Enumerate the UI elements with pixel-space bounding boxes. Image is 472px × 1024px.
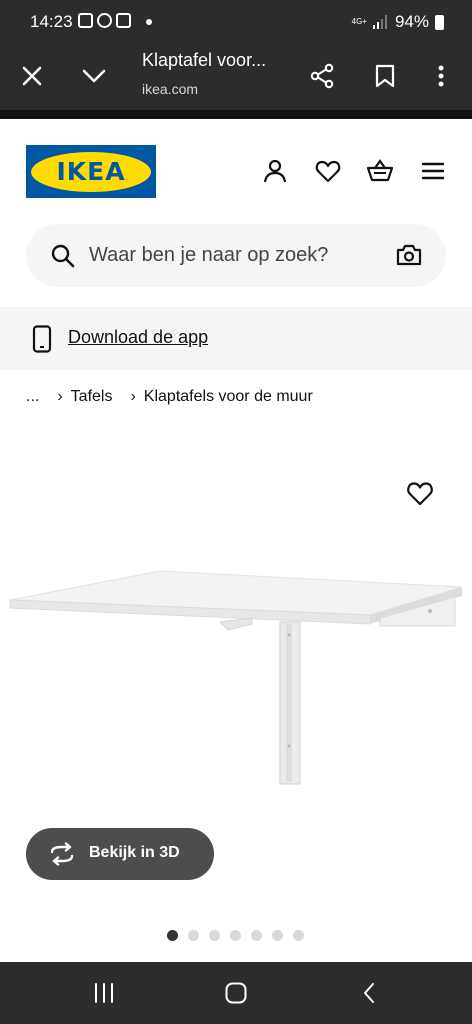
smartphone-icon (32, 325, 52, 353)
status-bar: 14:23 4G+ 94% (0, 0, 472, 44)
browser-toolbar: Klaptafel voor... ikea.com (0, 44, 472, 110)
instagram-notification-icon (116, 13, 131, 28)
system-navigation-bar (0, 962, 472, 1024)
add-to-favorites-icon[interactable] (406, 480, 434, 506)
chevron-right-icon: › (130, 388, 136, 405)
home-button[interactable] (221, 980, 251, 1006)
status-time: 14:23 (30, 12, 73, 31)
breadcrumb-item-current[interactable]: Klaptafels voor de muur (144, 388, 313, 406)
network-type-badge: 4G+ (351, 17, 367, 26)
menu-button[interactable] (419, 157, 447, 185)
view-in-3d-button[interactable]: Bekijk in 3D (26, 828, 214, 880)
page-title: Klaptafel voor... (142, 50, 267, 70)
camera-search-icon[interactable] (396, 243, 422, 267)
gallery-dot-1[interactable] (167, 930, 178, 941)
download-app-link[interactable]: Download de app (68, 327, 208, 348)
back-button[interactable] (354, 980, 384, 1006)
status-right: 4G+ 94% (352, 12, 444, 32)
more-options-button[interactable] (425, 60, 457, 92)
close-tab-button[interactable] (16, 60, 48, 92)
logo-text: IKEA (56, 157, 126, 186)
notification-icons (78, 13, 131, 28)
close-icon (22, 66, 42, 86)
app-notification-icon (97, 13, 112, 28)
product-image (9, 570, 463, 785)
heart-icon (315, 160, 341, 183)
gallery-dot-3[interactable] (209, 930, 220, 941)
gallery-dot-6[interactable] (272, 930, 283, 941)
gallery-dot-5[interactable] (251, 930, 262, 941)
share-button[interactable] (306, 60, 338, 92)
back-icon (364, 983, 374, 1003)
breadcrumb-item-tafels[interactable]: Tafels (71, 388, 113, 406)
site-header: IKEA (0, 119, 472, 219)
search-icon (51, 244, 75, 268)
favorites-button[interactable] (314, 157, 342, 185)
hamburger-menu-icon (421, 162, 445, 180)
cart-button[interactable] (366, 157, 394, 185)
recent-apps-button[interactable] (89, 980, 119, 1006)
bookmark-icon (375, 64, 395, 88)
view-in-3d-label: Bekijk in 3D (89, 844, 180, 861)
recent-apps-icon (95, 983, 113, 1003)
gallery-dot-2[interactable] (188, 930, 199, 941)
minimize-button[interactable] (78, 60, 110, 92)
ikea-logo[interactable]: IKEA (26, 145, 156, 198)
breadcrumb-ellipsis[interactable]: ... (26, 388, 39, 406)
battery-icon (435, 14, 444, 30)
account-button[interactable] (261, 157, 289, 185)
battery-percent: 94% (394, 12, 429, 31)
gallery-dot-4[interactable] (230, 930, 241, 941)
user-icon (263, 159, 287, 183)
rotate-3d-icon (50, 842, 74, 866)
page-domain: ikea.com (142, 81, 199, 97)
more-vertical-icon (438, 65, 444, 87)
share-icon (310, 63, 334, 89)
logo-oval: IKEA (31, 151, 151, 192)
home-icon (225, 982, 247, 1004)
search-placeholder: Waar ben je naar op zoek? (89, 244, 329, 266)
signal-icon (372, 15, 387, 29)
toolbar-divider (0, 110, 472, 119)
search-input[interactable]: Waar ben je naar op zoek? (26, 224, 446, 287)
gallery-pagination (167, 930, 304, 941)
breadcrumb: ... › Tafels › Klaptafels voor de muur (26, 388, 313, 406)
chevron-right-icon: › (57, 388, 63, 405)
gallery-dot-7[interactable] (293, 930, 304, 941)
bookmark-button[interactable] (369, 60, 401, 92)
more-notifications-dot (146, 19, 152, 25)
download-app-banner[interactable]: Download de app (0, 307, 472, 370)
chevron-down-icon (82, 69, 106, 83)
gallery-notification-icon (78, 13, 93, 28)
basket-icon (366, 159, 394, 182)
